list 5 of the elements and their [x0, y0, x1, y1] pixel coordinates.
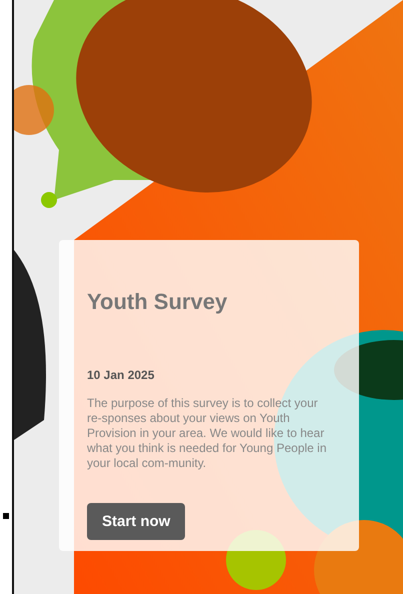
start-button[interactable]: Start now — [87, 503, 186, 540]
survey-date: 10 Jan 2025 — [87, 368, 154, 383]
survey-title: Youth Survey — [87, 288, 228, 316]
survey-description: The purpose of this survey is to collect your re-sponses about your views on Youth Provision in your area. We would like to hear what you think is needed for Young People in your local com-munity. — [87, 396, 328, 471]
square-marker — [3, 513, 9, 519]
